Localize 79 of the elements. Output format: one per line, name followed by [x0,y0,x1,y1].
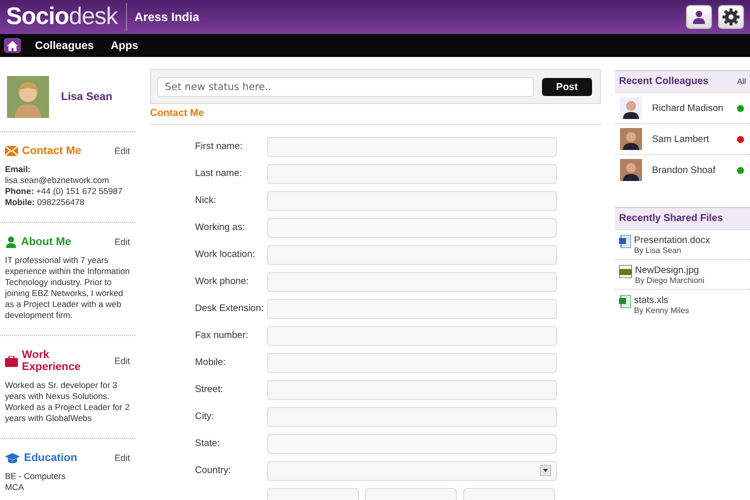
file-name[interactable]: stats.xls [634,295,690,306]
logo[interactable]: Sociodesk [6,3,127,31]
section-text: IT professional with 7 years experience within the Information Technology industry. Prior to joining EBZ Networks, I worked as a Project Leader with a web development firm. [5,255,130,321]
field-label: Desk Extension: [195,303,265,314]
settings-button[interactable] [718,5,744,29]
edit-link[interactable]: Edit [114,453,130,463]
field-label: Working as: [195,222,246,233]
user-icon [691,9,707,25]
input-field[interactable] [267,326,557,346]
field-label: Fax number: [195,330,250,341]
profile-button[interactable] [686,5,712,29]
envelope-icon [5,146,18,156]
panel-title: Recent Colleagues [619,76,708,87]
section-text: MCA [5,482,25,493]
panel-title: Recently Shared Files [619,213,723,224]
field-label: Country: [195,465,232,476]
colleague-name[interactable]: Richard Madison [652,102,724,114]
edit-link[interactable]: Edit [114,237,130,247]
graduation-cap-icon [5,452,20,464]
field-label: Nick: [195,195,218,206]
colleague-name[interactable]: Sam Lambert [652,134,710,144]
image-file-icon [619,265,632,278]
input-field[interactable] [267,244,557,264]
edit-link[interactable]: Edit [114,146,130,156]
field-label: Work phone: [195,276,250,287]
section-title: Education [24,452,78,464]
briefcase-icon [5,356,18,366]
document-icon [619,235,631,248]
input-field[interactable] [267,218,557,238]
file-author: By Kenny Miles [634,306,690,315]
section-title: Work Experience [22,349,82,373]
field-label: State: [195,438,221,449]
field-label: City: [195,411,215,422]
input-field[interactable] [267,406,557,426]
settings-icon [722,8,740,26]
input-field[interactable] [267,434,557,454]
section-title: Contact Me [22,145,82,157]
input-field[interactable] [267,164,557,184]
status-field[interactable]: Set new status here.. [157,77,534,97]
all-link[interactable]: All [737,77,746,86]
section-text: Worked as Sr. developer for 3 years with Nexus Solutions. Worked as a Project Leader for 2 years with GlobalWebs [5,380,130,424]
field-label: Last name: [195,168,243,179]
nav-link[interactable]: Apps [110,40,138,52]
input-field[interactable] [267,298,557,318]
file-author: By Diego Marchioni [635,276,704,285]
field-label: Work location: [195,249,256,260]
company-name: Aress India [134,10,200,24]
file-name[interactable]: Presentation.docx [634,235,710,246]
input-field[interactable] [267,272,557,292]
file-author: By Lisa Sean [634,246,682,255]
home-icon [7,40,18,50]
avatar [7,76,49,118]
section-title: About Me [21,236,72,248]
section-text: Phone: +44 (0) 151 672 55987 [5,186,124,197]
home-button[interactable] [4,38,21,53]
profile-name[interactable]: Lisa Sean [61,91,112,103]
avatar [620,128,642,150]
avatar [620,97,642,119]
section-text: Mobile: 0982256478 [5,197,86,208]
form-title: Contact Me [150,104,601,125]
nav-link[interactable]: Colleagues [35,40,94,52]
field-label: Street: [195,384,224,395]
input-field[interactable] [267,352,557,372]
dropdown-arrow-icon [540,465,551,476]
file-name[interactable]: NewDesign.jpg [635,265,704,276]
country-dropdown[interactable] [267,460,557,480]
colleague-name[interactable]: Brandon Shoaf [652,164,716,176]
input-field[interactable] [267,190,557,210]
spreadsheet-icon [619,295,631,308]
user-icon [5,236,17,248]
input-field[interactable] [267,380,557,400]
edit-link[interactable]: Edit [114,356,130,366]
field-label: First name: [195,141,244,152]
field-label: Mobile: [195,357,227,368]
section-text: Email: lisa.sean@ebznetwork.com [5,164,110,186]
section-text: BE - Computers [5,471,66,482]
avatar [620,159,642,181]
post-button[interactable]: Post [542,78,592,96]
input-field[interactable] [267,136,557,156]
